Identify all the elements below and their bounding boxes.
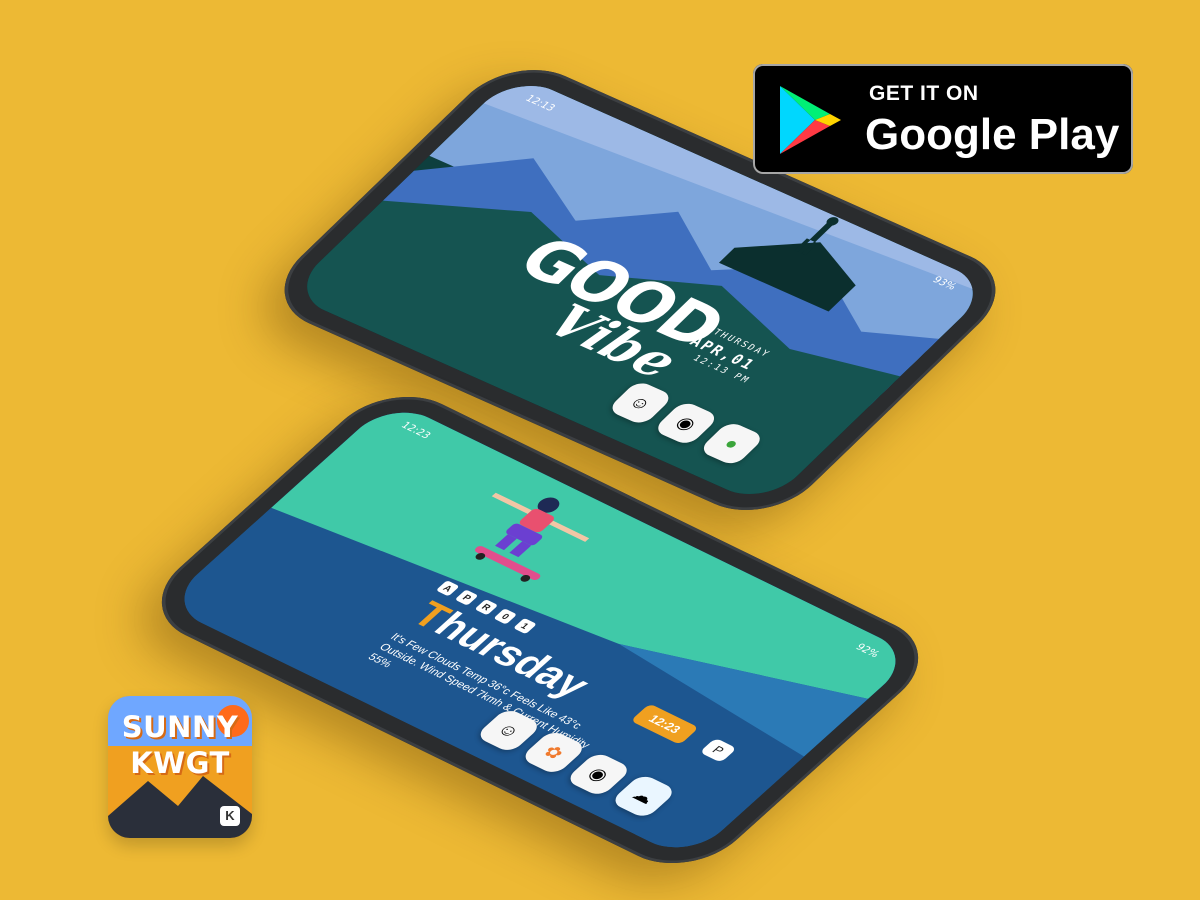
app-name-line2: KWGT bbox=[130, 746, 230, 780]
app-name-line1: SUNNY bbox=[121, 710, 239, 744]
google-play-icon bbox=[780, 86, 841, 154]
promo-stage: 12:13 93% GOOD Vibe THURSDAY APR,01 12:1… bbox=[0, 0, 1200, 900]
google-play-small-text: GET IT ON bbox=[869, 82, 979, 105]
google-play-badge[interactable]: GET IT ON Google Play bbox=[753, 64, 1133, 174]
app-icon-sunny-kwgt[interactable]: SUNNY KWGT K bbox=[108, 696, 252, 838]
google-play-big-text: Google Play bbox=[865, 110, 1120, 159]
app-badge: K bbox=[220, 806, 240, 826]
